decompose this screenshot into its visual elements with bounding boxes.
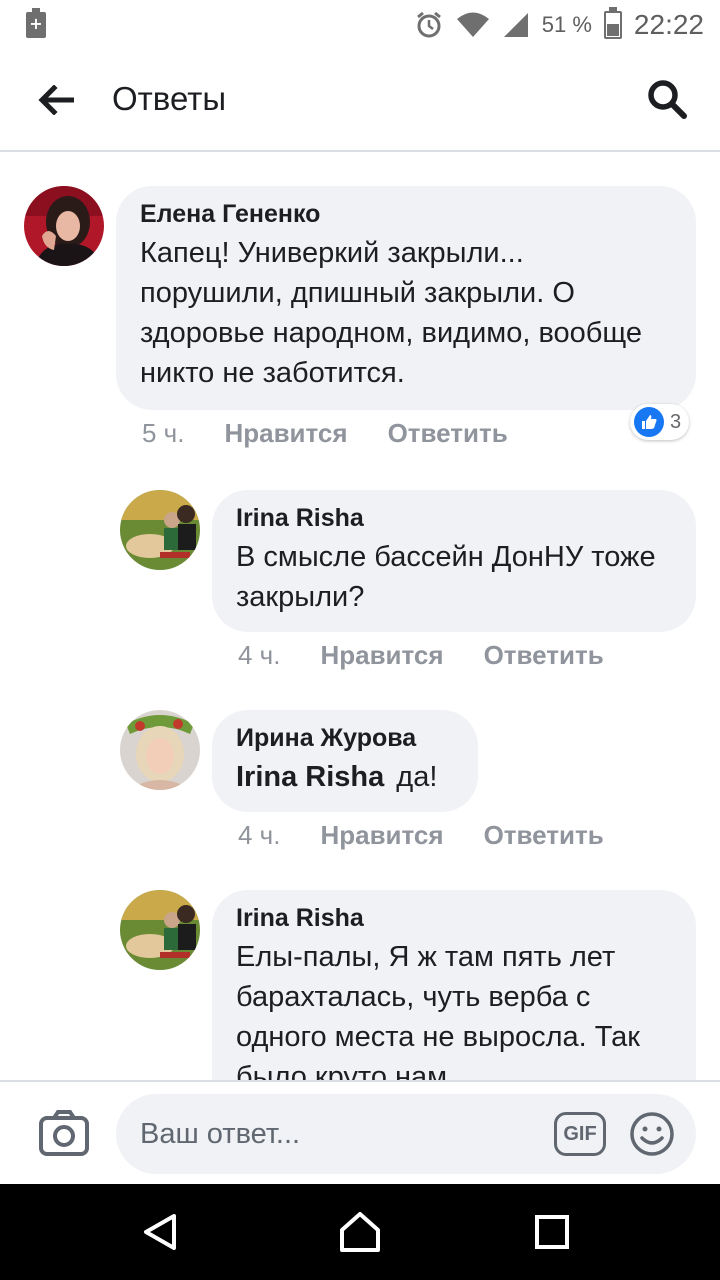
comment-text: Irina Risha да! (236, 757, 454, 797)
avatar[interactable] (120, 890, 200, 970)
emoji-icon (630, 1112, 674, 1156)
camera-icon (39, 1110, 89, 1156)
status-bar: + 51 % 22:22 (0, 0, 720, 50)
comment-actions: 4 ч. Нравится Ответить (238, 820, 604, 851)
mention-link[interactable]: Irina Risha (236, 761, 384, 793)
reply-button[interactable]: Ответить (484, 820, 604, 851)
comment-actions: 4 ч. Нравится Ответить (238, 640, 604, 671)
page-title: Ответы (112, 80, 227, 117)
wifi-icon (456, 12, 489, 37)
comment-bubble[interactable]: Irina Risha Елы-палы, Я ж там пять лет б… (212, 890, 696, 1080)
alarm-icon (416, 11, 441, 38)
app-bar: Ответы (0, 50, 720, 152)
nav-recents-button[interactable] (526, 1206, 578, 1258)
clock: 22:22 (633, 9, 704, 40)
comment-text: Елы-палы, Я ж там пять лет барахталась, … (236, 941, 640, 1080)
reply-button[interactable]: Ответить (484, 640, 604, 671)
emoji-button[interactable] (628, 1110, 676, 1158)
reaction-count[interactable]: 3 (630, 404, 690, 440)
system-nav-bar (0, 1184, 720, 1280)
replies-feed[interactable]: Елена Гененко Капец! Универкий закрыли..… (0, 154, 720, 1080)
comment-time[interactable]: 4 ч. (238, 640, 280, 671)
nav-recents-icon (535, 1215, 569, 1249)
gif-button[interactable]: GIF (554, 1112, 606, 1156)
comment-author[interactable]: Елена Гененко (140, 200, 672, 229)
comment-text: Капец! Универкий закрыли... порушили, дп… (140, 237, 643, 389)
comment-actions: 5 ч. Нравится Ответить (142, 418, 508, 449)
comment-time[interactable]: 4 ч. (238, 820, 280, 851)
comment-bubble[interactable]: Irina Risha В смысле бассейн ДонНУ тоже … (212, 490, 696, 632)
reaction-number: 3 (670, 410, 682, 433)
reply-button[interactable]: Ответить (388, 418, 508, 449)
like-button[interactable]: Нравится (320, 820, 443, 851)
nav-back-button[interactable] (134, 1206, 186, 1258)
status-icons: 51 % 22:22 (414, 7, 704, 42)
avatar[interactable] (24, 186, 104, 266)
comment-item: Irina Risha Елы-палы, Я ж там пять лет б… (0, 854, 720, 1080)
comment-item: Елена Гененко Капец! Универкий закрыли..… (0, 154, 720, 454)
battery-percent: 51 % (541, 12, 592, 37)
comment-bubble[interactable]: Ирина Журова Irina Risha да! (212, 710, 478, 812)
battery-icon (603, 7, 622, 39)
search-button[interactable] (642, 74, 692, 124)
signal-icon (503, 13, 528, 37)
nav-back-icon (144, 1214, 176, 1250)
comment-item: Irina Risha В смысле бассейн ДонНУ тоже … (0, 454, 720, 674)
comment-author[interactable]: Ирина Журова (236, 724, 454, 753)
comment-author[interactable]: Irina Risha (236, 904, 672, 933)
search-icon (648, 80, 687, 119)
avatar[interactable] (120, 490, 200, 570)
comment-item: Ирина Журова Irina Risha да! 4 ч. Нравитс… (0, 674, 720, 854)
like-button[interactable]: Нравится (224, 418, 347, 449)
camera-button[interactable] (38, 1108, 90, 1160)
comment-author[interactable]: Irina Risha (236, 504, 672, 533)
comment-bubble[interactable]: Елена Гененко Капец! Универкий закрыли..… (116, 186, 696, 410)
comment-text: В смысле бассейн ДонНУ тоже закрыли? (236, 541, 656, 613)
comment-time[interactable]: 5 ч. (142, 418, 184, 449)
back-button[interactable] (30, 76, 82, 124)
battery-saver-icon: + (26, 8, 46, 38)
reply-input-wrapper: GIF (116, 1094, 696, 1174)
avatar[interactable] (120, 710, 200, 790)
nav-home-button[interactable] (334, 1206, 386, 1258)
like-button[interactable]: Нравится (320, 640, 443, 671)
reply-input[interactable] (140, 1108, 540, 1160)
arrow-left-icon (38, 85, 74, 115)
nav-home-icon (340, 1212, 380, 1252)
thumbs-up-icon (634, 407, 664, 437)
comment-body: да! (396, 761, 438, 793)
reply-composer: GIF (0, 1080, 720, 1184)
